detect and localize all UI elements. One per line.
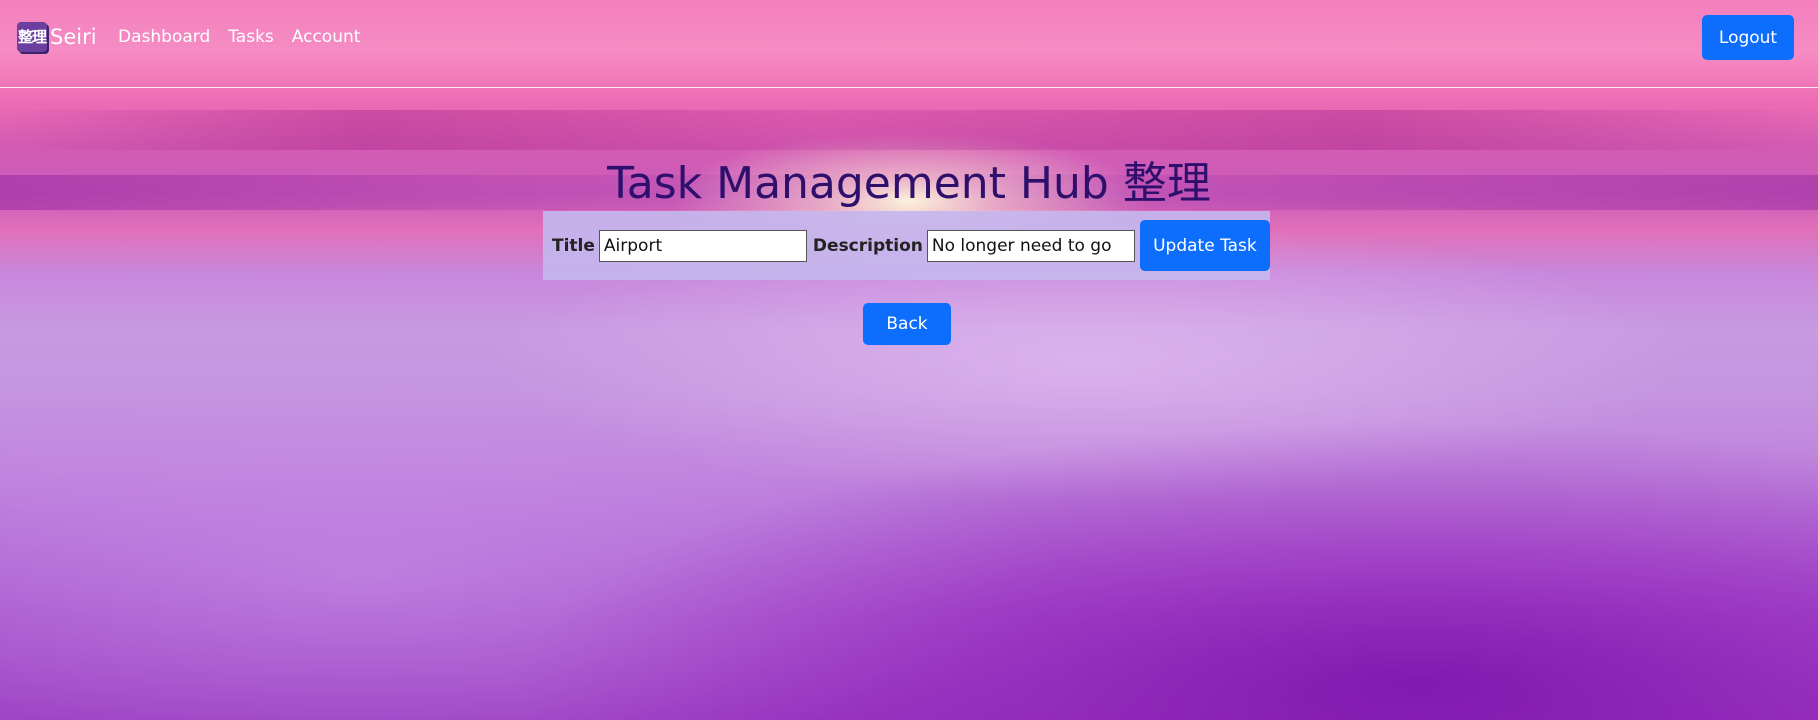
top-navbar: 整理 Seiri Dashboard Tasks Account Logout [0,0,1818,88]
nav-link-tasks[interactable]: Tasks [228,27,274,47]
update-task-form: Title Description Update Task [543,211,1270,280]
nav-links: Dashboard Tasks Account [118,27,360,47]
logout-button[interactable]: Logout [1702,15,1794,60]
description-label: Description [812,235,923,256]
brand-link[interactable]: 整理 Seiri [17,22,97,52]
background-cloud-band [0,110,1818,150]
back-button[interactable]: Back [863,303,951,345]
brand-name: Seiri [50,25,97,49]
title-label: Title [552,235,595,256]
nav-link-dashboard[interactable]: Dashboard [118,27,210,47]
brand-logo-icon: 整理 [17,22,47,52]
title-input[interactable] [598,229,807,262]
page-title: Task Management Hub 整理 [607,158,1211,209]
description-input[interactable] [926,229,1135,262]
update-task-button[interactable]: Update Task [1139,220,1270,271]
nav-link-account[interactable]: Account [292,27,361,47]
